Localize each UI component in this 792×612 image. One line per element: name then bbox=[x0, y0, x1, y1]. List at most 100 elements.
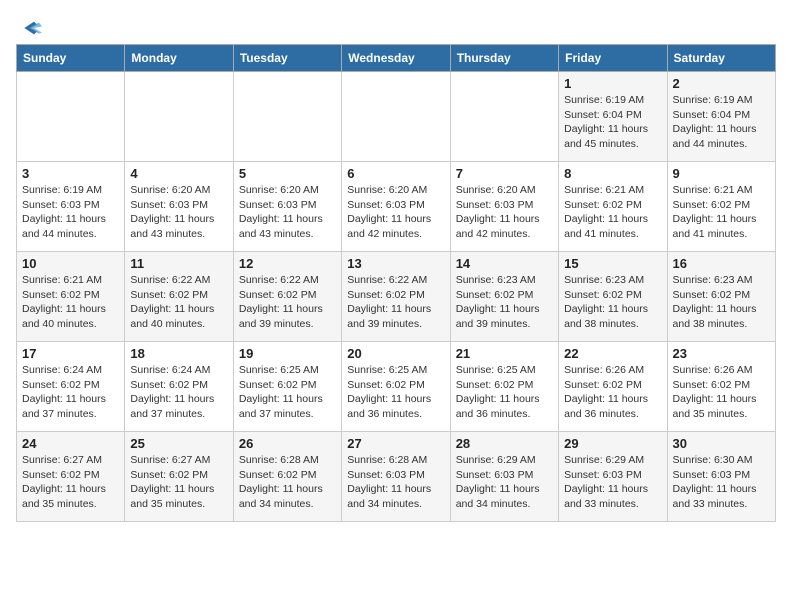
calendar-cell: 21 Sunrise: 6:25 AMSunset: 6:02 PMDayligh… bbox=[450, 342, 558, 432]
calendar-cell: 13 Sunrise: 6:22 AMSunset: 6:02 PMDayligh… bbox=[342, 252, 450, 342]
calendar-cell: 17Sunrise: 6:24 AMSunset: 6:02 PMDayligh… bbox=[17, 342, 125, 432]
day-info: Sunrise: 6:27 AMSunset: 6:02 PMDaylight:… bbox=[22, 453, 119, 512]
day-number: 23 bbox=[673, 346, 770, 361]
calendar-cell: 18Sunrise: 6:24 AMSunset: 6:02 PMDayligh… bbox=[125, 342, 233, 432]
day-number: 28 bbox=[456, 436, 553, 451]
day-number: 21 bbox=[456, 346, 553, 361]
day-number: 6 bbox=[347, 166, 444, 181]
calendar-body: 1 Sunrise: 6:19 AMSunset: 6:04 PMDaylight… bbox=[17, 72, 776, 522]
calendar-cell: 12 Sunrise: 6:22 AMSunset: 6:02 PMDayligh… bbox=[233, 252, 341, 342]
calendar-cell: 4 Sunrise: 6:20 AMSunset: 6:03 PMDaylight… bbox=[125, 162, 233, 252]
calendar-cell: 20 Sunrise: 6:25 AMSunset: 6:02 PMDayligh… bbox=[342, 342, 450, 432]
day-info: Sunrise: 6:29 AMSunset: 6:03 PMDaylight:… bbox=[564, 453, 661, 512]
calendar-cell bbox=[233, 72, 341, 162]
day-info: Sunrise: 6:29 AMSunset: 6:03 PMDaylight:… bbox=[456, 453, 553, 512]
weekday-header-cell: Friday bbox=[559, 45, 667, 72]
day-number: 19 bbox=[239, 346, 336, 361]
calendar-week-row: 24 Sunrise: 6:27 AMSunset: 6:02 PMDayligh… bbox=[17, 432, 776, 522]
logo-bird-icon bbox=[18, 16, 42, 40]
day-info: Sunrise: 6:20 AMSunset: 6:03 PMDaylight:… bbox=[130, 183, 227, 242]
day-info: Sunrise: 6:26 AMSunset: 6:02 PMDaylight:… bbox=[673, 363, 770, 422]
day-number: 11 bbox=[130, 256, 227, 271]
day-number: 3 bbox=[22, 166, 119, 181]
calendar-cell: 19 Sunrise: 6:25 AMSunset: 6:02 PMDayligh… bbox=[233, 342, 341, 432]
calendar-cell: 14 Sunrise: 6:23 AMSunset: 6:02 PMDayligh… bbox=[450, 252, 558, 342]
weekday-header-cell: Tuesday bbox=[233, 45, 341, 72]
day-info: Sunrise: 6:23 AMSunset: 6:02 PMDaylight:… bbox=[673, 273, 770, 332]
day-info: Sunrise: 6:21 AMSunset: 6:02 PMDaylight:… bbox=[673, 183, 770, 242]
day-number: 24 bbox=[22, 436, 119, 451]
day-number: 20 bbox=[347, 346, 444, 361]
calendar-cell: 1 Sunrise: 6:19 AMSunset: 6:04 PMDaylight… bbox=[559, 72, 667, 162]
calendar-cell: 3 Sunrise: 6:19 AMSunset: 6:03 PMDaylight… bbox=[17, 162, 125, 252]
day-number: 8 bbox=[564, 166, 661, 181]
day-number: 16 bbox=[673, 256, 770, 271]
day-info: Sunrise: 6:21 AMSunset: 6:02 PMDaylight:… bbox=[564, 183, 661, 242]
day-number: 4 bbox=[130, 166, 227, 181]
day-number: 15 bbox=[564, 256, 661, 271]
day-info: Sunrise: 6:22 AMSunset: 6:02 PMDaylight:… bbox=[130, 273, 227, 332]
calendar-cell: 15 Sunrise: 6:23 AMSunset: 6:02 PMDayligh… bbox=[559, 252, 667, 342]
calendar-cell bbox=[450, 72, 558, 162]
day-number: 1 bbox=[564, 76, 661, 91]
calendar-cell: 8 Sunrise: 6:21 AMSunset: 6:02 PMDaylight… bbox=[559, 162, 667, 252]
calendar-cell: 16 Sunrise: 6:23 AMSunset: 6:02 PMDayligh… bbox=[667, 252, 775, 342]
day-number: 29 bbox=[564, 436, 661, 451]
calendar-cell: 29 Sunrise: 6:29 AMSunset: 6:03 PMDayligh… bbox=[559, 432, 667, 522]
day-info: Sunrise: 6:27 AMSunset: 6:02 PMDaylight:… bbox=[130, 453, 227, 512]
calendar-cell: 11 Sunrise: 6:22 AMSunset: 6:02 PMDayligh… bbox=[125, 252, 233, 342]
calendar-cell: 10Sunrise: 6:21 AMSunset: 6:02 PMDayligh… bbox=[17, 252, 125, 342]
day-info: Sunrise: 6:30 AMSunset: 6:03 PMDaylight:… bbox=[673, 453, 770, 512]
calendar-cell: 26 Sunrise: 6:28 AMSunset: 6:02 PMDayligh… bbox=[233, 432, 341, 522]
calendar-cell: 9Sunrise: 6:21 AMSunset: 6:02 PMDaylight… bbox=[667, 162, 775, 252]
day-number: 10 bbox=[22, 256, 119, 271]
weekday-header-cell: Saturday bbox=[667, 45, 775, 72]
calendar-cell: 28 Sunrise: 6:29 AMSunset: 6:03 PMDayligh… bbox=[450, 432, 558, 522]
weekday-header-cell: Wednesday bbox=[342, 45, 450, 72]
day-info: Sunrise: 6:26 AMSunset: 6:02 PMDaylight:… bbox=[564, 363, 661, 422]
calendar: SundayMondayTuesdayWednesdayThursdayFrid… bbox=[16, 44, 776, 522]
calendar-cell: 30 Sunrise: 6:30 AMSunset: 6:03 PMDayligh… bbox=[667, 432, 775, 522]
day-info: Sunrise: 6:23 AMSunset: 6:02 PMDaylight:… bbox=[564, 273, 661, 332]
day-number: 22 bbox=[564, 346, 661, 361]
weekday-header-cell: Thursday bbox=[450, 45, 558, 72]
calendar-cell bbox=[125, 72, 233, 162]
day-number: 12 bbox=[239, 256, 336, 271]
calendar-week-row: 17 Sunrise: 6:24 AMSunset: 6:02 PMDayligh… bbox=[17, 342, 776, 432]
weekday-header-cell: Monday bbox=[125, 45, 233, 72]
day-info: Sunrise: 6:25 AMSunset: 6:02 PMDaylight:… bbox=[456, 363, 553, 422]
day-number: 13 bbox=[347, 256, 444, 271]
calendar-week-row: 10Sunrise: 6:21 AMSunset: 6:02 PMDayligh… bbox=[17, 252, 776, 342]
calendar-cell: 22 Sunrise: 6:26 AMSunset: 6:02 PMDayligh… bbox=[559, 342, 667, 432]
logo bbox=[16, 16, 42, 34]
weekday-header-row: SundayMondayTuesdayWednesdayThursdayFrid… bbox=[17, 45, 776, 72]
day-info: Sunrise: 6:23 AMSunset: 6:02 PMDaylight:… bbox=[456, 273, 553, 332]
weekday-header-cell: Sunday bbox=[17, 45, 125, 72]
day-info: Sunrise: 6:22 AMSunset: 6:02 PMDaylight:… bbox=[239, 273, 336, 332]
day-info: Sunrise: 6:25 AMSunset: 6:02 PMDaylight:… bbox=[239, 363, 336, 422]
calendar-cell: 27Sunrise: 6:28 AMSunset: 6:03 PMDayligh… bbox=[342, 432, 450, 522]
day-info: Sunrise: 6:20 AMSunset: 6:03 PMDaylight:… bbox=[239, 183, 336, 242]
calendar-cell: 23 Sunrise: 6:26 AMSunset: 6:02 PMDayligh… bbox=[667, 342, 775, 432]
day-info: Sunrise: 6:20 AMSunset: 6:03 PMDaylight:… bbox=[347, 183, 444, 242]
day-number: 14 bbox=[456, 256, 553, 271]
day-number: 7 bbox=[456, 166, 553, 181]
day-info: Sunrise: 6:28 AMSunset: 6:02 PMDaylight:… bbox=[239, 453, 336, 512]
day-number: 17 bbox=[22, 346, 119, 361]
day-info: Sunrise: 6:25 AMSunset: 6:02 PMDaylight:… bbox=[347, 363, 444, 422]
day-info: Sunrise: 6:22 AMSunset: 6:02 PMDaylight:… bbox=[347, 273, 444, 332]
day-info: Sunrise: 6:28 AMSunset: 6:03 PMDaylight:… bbox=[347, 453, 444, 512]
day-info: Sunrise: 6:24 AMSunset: 6:02 PMDaylight:… bbox=[130, 363, 227, 422]
calendar-week-row: 1 Sunrise: 6:19 AMSunset: 6:04 PMDaylight… bbox=[17, 72, 776, 162]
day-info: Sunrise: 6:19 AMSunset: 6:03 PMDaylight:… bbox=[22, 183, 119, 242]
day-info: Sunrise: 6:19 AMSunset: 6:04 PMDaylight:… bbox=[564, 93, 661, 152]
day-number: 5 bbox=[239, 166, 336, 181]
day-number: 2 bbox=[673, 76, 770, 91]
day-info: Sunrise: 6:20 AMSunset: 6:03 PMDaylight:… bbox=[456, 183, 553, 242]
day-number: 26 bbox=[239, 436, 336, 451]
day-number: 30 bbox=[673, 436, 770, 451]
calendar-cell bbox=[342, 72, 450, 162]
calendar-cell: 6 Sunrise: 6:20 AMSunset: 6:03 PMDaylight… bbox=[342, 162, 450, 252]
day-info: Sunrise: 6:19 AMSunset: 6:04 PMDaylight:… bbox=[673, 93, 770, 152]
calendar-cell bbox=[17, 72, 125, 162]
